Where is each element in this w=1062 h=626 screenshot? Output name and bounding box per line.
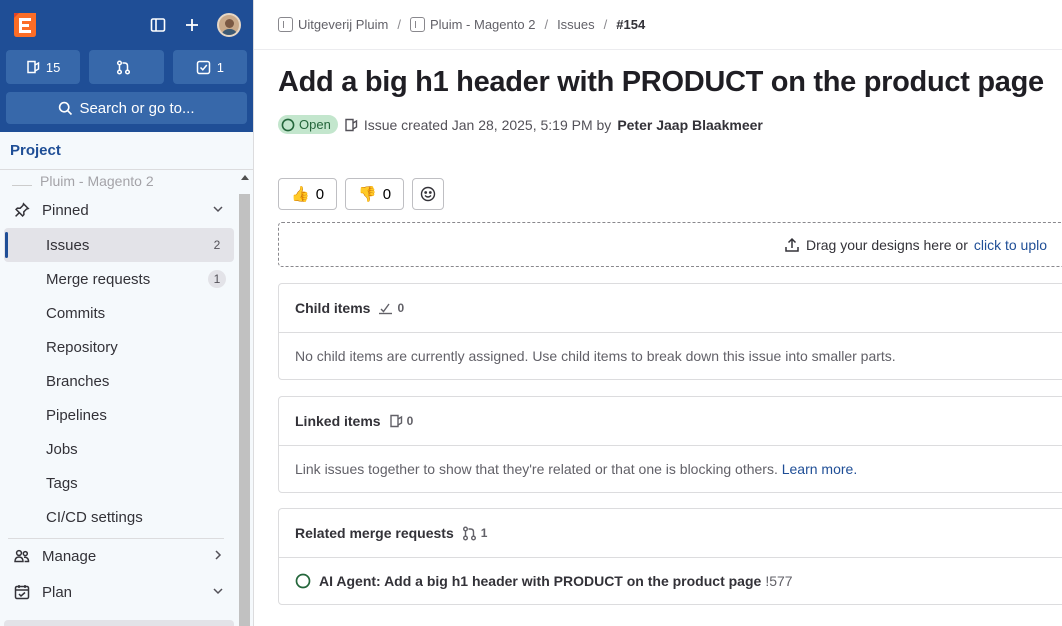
chevron-down-icon	[213, 588, 223, 595]
app: 15 1 Search or go to... Project Pluim - …	[0, 0, 1062, 626]
sidebar-item-pipelines[interactable]: Pipelines	[4, 398, 234, 432]
search-label: Search or go to...	[79, 99, 195, 117]
chevron-right-icon	[215, 550, 222, 560]
sidebar-item-jobs[interactable]: Jobs	[4, 432, 234, 466]
sidebar-item-cicd-settings[interactable]: CI/CD settings	[4, 500, 234, 534]
sidebar-item-branches[interactable]: Branches	[4, 364, 234, 398]
issue-created-text: Issue created Jan 28, 2025, 5:19 PM by	[363, 116, 612, 133]
learn-more-link[interactable]: Learn more.	[782, 461, 857, 477]
manage-label: Manage	[42, 547, 97, 565]
sidebar-item-repository[interactable]: Repository	[4, 330, 234, 364]
breadcrumb: Uitgeverij Pluim / Pluim - Magento 2 / I…	[254, 0, 1062, 50]
sidebar-scrollbar[interactable]	[239, 170, 250, 626]
issues-counter-button[interactable]: 15	[6, 50, 81, 84]
issue-type-icon	[345, 118, 358, 131]
plus-icon[interactable]	[183, 16, 201, 34]
thumbs-up-count: 0	[315, 185, 325, 203]
breadcrumb-group[interactable]: Uitgeverij Pluim	[278, 17, 388, 32]
pinned-label: Pinned	[42, 201, 89, 219]
child-items-title: Child items	[295, 300, 371, 316]
user-avatar[interactable]	[217, 13, 241, 37]
group-avatar-icon	[278, 17, 293, 32]
issue-author-link[interactable]: Peter Jaap Blaakmeer	[617, 117, 763, 133]
merge-requests-badge: 1	[208, 270, 226, 288]
add-reaction-button[interactable]	[412, 178, 445, 210]
scroll-up-arrow-icon[interactable]	[239, 172, 250, 182]
breadcrumb-separator: /	[397, 17, 401, 32]
breadcrumb-project[interactable]: Pluim - Magento 2	[409, 17, 535, 32]
breadcrumb-issues[interactable]: Issues	[557, 17, 595, 32]
sidebar-item-merge-requests[interactable]: Merge requests 1	[4, 262, 234, 296]
related-mr-title[interactable]: AI Agent: Add a big h1 header with PRODU…	[319, 573, 761, 589]
merge-request-icon	[116, 59, 131, 75]
faded-project-title: Pluim - Magento 2	[0, 170, 238, 192]
merge-requests-counter-button[interactable]	[89, 50, 164, 84]
breadcrumb-current[interactable]: #154	[616, 17, 645, 32]
status-badge: Open	[278, 115, 338, 134]
issues-badge: 2	[213, 238, 221, 252]
thumbs-up-button[interactable]: 👍 0	[278, 178, 338, 210]
linked-items-empty-text: Link issues together to show that they'r…	[295, 461, 858, 477]
manage-section-toggle[interactable]: Manage	[0, 538, 238, 574]
linked-items-card: Linked items 0 Link issues together to s…	[278, 396, 1062, 493]
issue-meta: Open Issue created Jan 28, 2025, 5:19 PM…	[278, 115, 763, 134]
sidebar-item-partial[interactable]	[4, 620, 234, 626]
scrollbar-thumb[interactable]	[239, 194, 250, 626]
award-emoji-bar: 👍 0 👎 0	[278, 178, 445, 210]
child-items-card: Child items 0 No child items are current…	[278, 283, 1062, 380]
project-avatar-icon	[409, 17, 425, 32]
related-mrs-count: 1	[462, 526, 487, 541]
related-mrs-title: Related merge requests	[295, 525, 454, 541]
sidebar-nav: Pluim - Magento 2 Pinned Issues 2 Merge …	[0, 170, 238, 626]
chevron-down-icon	[213, 206, 223, 213]
issues-icon	[27, 60, 40, 74]
plan-label: Plan	[42, 583, 73, 601]
todo-counter-button[interactable]: 1	[172, 50, 247, 84]
sidebar: 15 1 Search or go to... Project Pluim - …	[0, 0, 254, 626]
thumbs-down-icon: 👎	[358, 186, 377, 203]
linked-items-count: 0	[389, 414, 413, 428]
thumbs-down-count: 0	[382, 185, 392, 203]
pinned-section-toggle[interactable]: Pinned	[0, 192, 238, 228]
breadcrumb-separator: /	[544, 17, 549, 32]
calendar-icon	[14, 584, 30, 600]
related-merge-requests-card: Related merge requests 1 AI Agent: Add a…	[278, 508, 1062, 605]
todo-icon	[196, 60, 210, 74]
project-heading: Project	[0, 132, 253, 170]
sidebar-toggle-icon[interactable]	[149, 16, 167, 34]
linked-items-title: Linked items	[295, 413, 381, 429]
pin-icon	[14, 202, 30, 218]
search-icon	[59, 101, 73, 115]
mr-open-status-icon	[295, 573, 311, 589]
thumbs-up-icon: 👍	[291, 186, 310, 203]
todo-count: 1	[216, 59, 224, 75]
sidebar-item-tags[interactable]: Tags	[4, 466, 234, 500]
search-button[interactable]: Search or go to...	[6, 92, 247, 124]
gitlab-logo[interactable]	[10, 10, 40, 40]
smiley-icon	[420, 186, 436, 202]
issues-count: 15	[45, 59, 61, 75]
click-to-upload-link[interactable]: click to uplo	[974, 237, 1047, 253]
issue-open-icon	[281, 118, 295, 131]
sidebar-item-commits[interactable]: Commits	[4, 296, 234, 330]
child-items-empty-text: No child items are currently assigned. U…	[295, 348, 896, 364]
main-content: Uitgeverij Pluim / Pluim - Magento 2 / I…	[254, 0, 1062, 626]
sidebar-header: 15 1 Search or go to...	[0, 0, 253, 132]
design-dropzone[interactable]: Drag your designs here or click to uplo	[278, 222, 1062, 267]
merge-request-icon	[462, 526, 476, 540]
related-mr-item[interactable]: AI Agent: Add a big h1 header with PRODU…	[279, 558, 1062, 604]
thumbs-down-button[interactable]: 👎 0	[345, 178, 405, 210]
upload-icon	[785, 237, 799, 252]
breadcrumb-separator: /	[603, 17, 608, 32]
issue-title: Add a big h1 header with PRODUCT on the …	[278, 66, 1044, 98]
child-items-icon	[379, 303, 393, 315]
related-mr-ref: !577	[765, 573, 793, 589]
project-logo-icon	[12, 176, 32, 186]
users-icon	[14, 548, 30, 564]
dropzone-text: Drag your designs here or	[806, 236, 968, 253]
issues-icon	[389, 414, 402, 428]
plan-section-toggle[interactable]: Plan	[0, 574, 238, 610]
child-items-count: 0	[378, 301, 404, 315]
sidebar-item-issues[interactable]: Issues 2	[4, 228, 234, 262]
